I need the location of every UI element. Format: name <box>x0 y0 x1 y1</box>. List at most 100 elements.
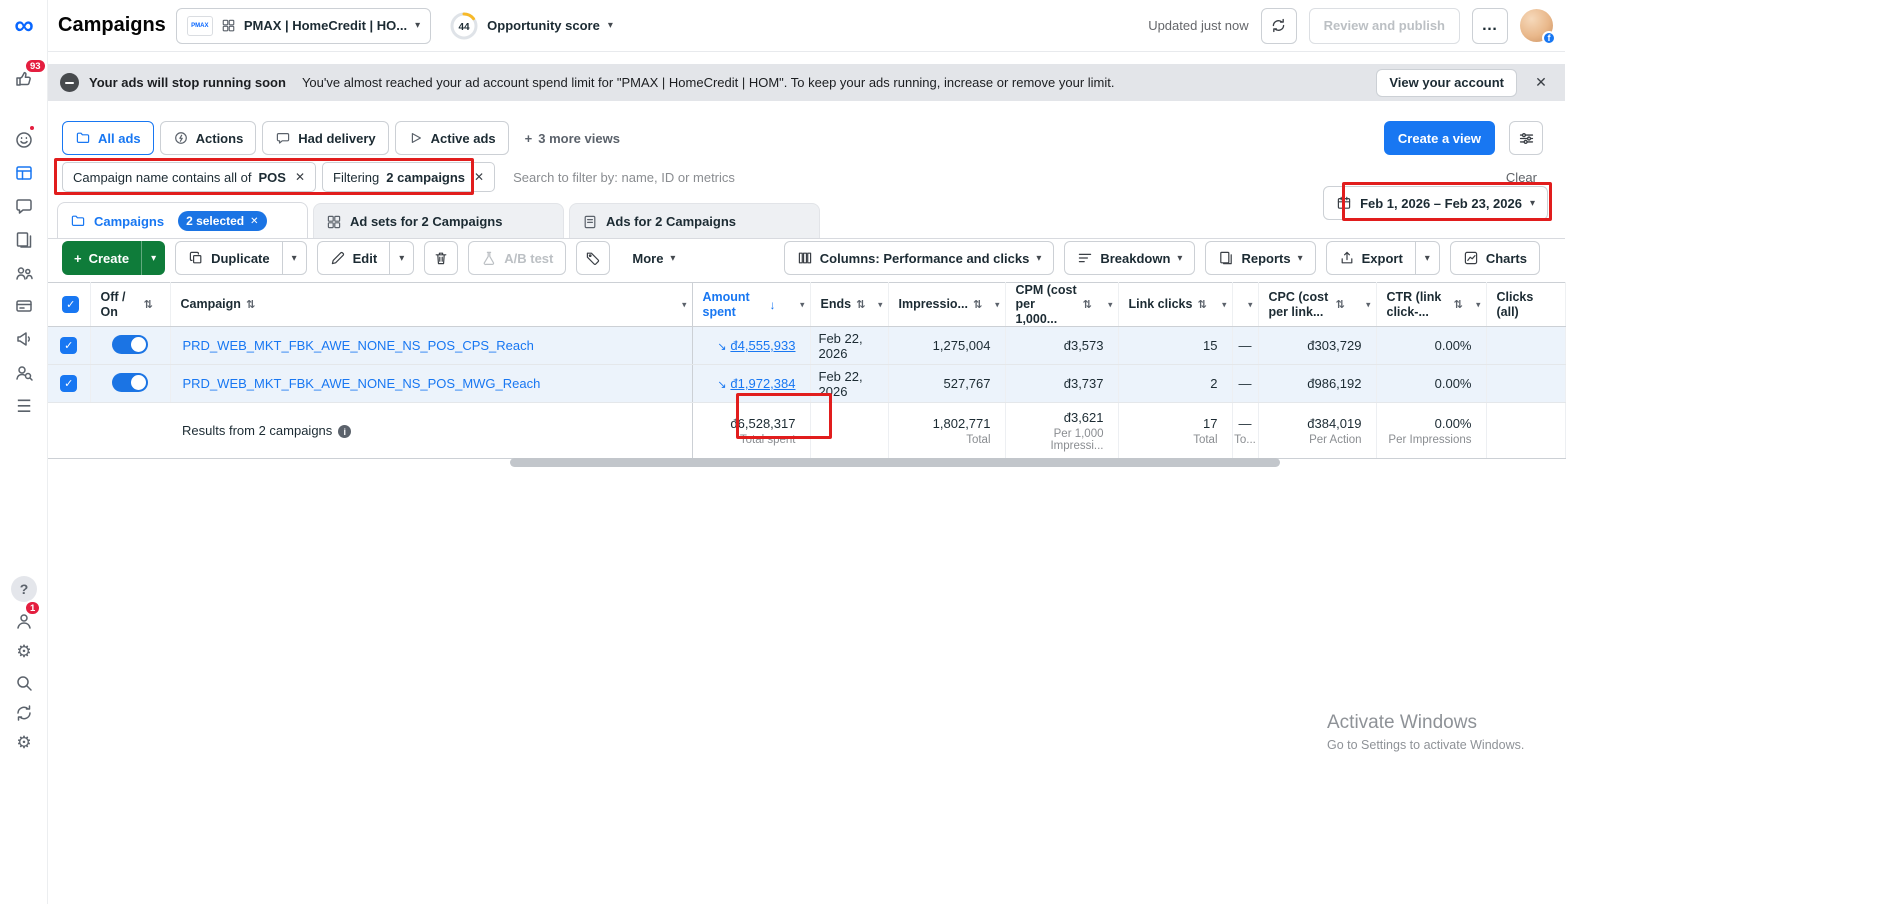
header-cpc[interactable]: CPC (cost per link... ⇅ ▾ <box>1258 281 1377 328</box>
notifications-icon[interactable]: 93 <box>0 58 48 93</box>
sidebar-item-pages[interactable] <box>0 226 48 254</box>
opportunity-score[interactable]: 44 Opportunity score ▾ <box>449 11 613 41</box>
sidebar-item-billing[interactable] <box>0 292 48 320</box>
more-options-button[interactable]: … <box>1472 7 1508 44</box>
info-icon[interactable]: i <box>338 425 352 439</box>
create-view-button[interactable]: Create a view <box>1383 121 1495 155</box>
header-cpm[interactable]: CPM (cost per 1,000... ⇅ ▾ <box>1005 281 1119 328</box>
breakdown-button[interactable]: Breakdown ▾ <box>1064 241 1196 275</box>
duplicate-dropdown[interactable]: ▾ <box>281 242 306 274</box>
sidebar-item-audience-insights[interactable] <box>0 359 48 387</box>
tab-ads[interactable]: Ads for 2 Campaigns <box>569 203 820 239</box>
column-menu-icon[interactable]: ▾ <box>800 299 805 310</box>
sort-icon[interactable]: ⇅ <box>1083 298 1092 311</box>
account-selector[interactable]: PMAX PMAX | HomeCredit | HO... ▾ <box>175 7 432 44</box>
column-menu-icon[interactable]: ▾ <box>1248 299 1253 310</box>
avatar[interactable]: f <box>1520 9 1556 45</box>
header-impressions[interactable]: Impressio... ⇅ ▾ <box>888 281 1006 328</box>
amount-spent-link[interactable]: đ1,972,384 <box>730 376 795 391</box>
sort-icon[interactable]: ⇅ <box>1197 298 1206 311</box>
campaign-name-link[interactable]: PRD_WEB_MKT_FBK_AWE_NONE_NS_POS_CPS_Reac… <box>181 338 534 353</box>
updates-icon[interactable]: 1 <box>0 600 48 635</box>
header-amount-spent[interactable]: Amount spent ↓ ▾ <box>692 281 811 328</box>
ab-test-button[interactable]: A/B test <box>468 241 567 275</box>
view-tab-active-ads[interactable]: Active ads <box>394 121 509 155</box>
header-off-on[interactable]: Off / On ⇅ <box>90 281 171 328</box>
view-tab-all-ads[interactable]: All ads <box>62 121 154 155</box>
sort-icon[interactable]: ⇅ <box>856 298 865 311</box>
clear-filters-link[interactable]: Clear <box>1506 170 1537 185</box>
sort-icon[interactable]: ⇅ <box>246 298 255 311</box>
column-menu-icon[interactable]: ▾ <box>1366 299 1371 310</box>
column-menu-icon[interactable]: ▾ <box>1222 299 1227 310</box>
duplicate-button-main[interactable]: Duplicate <box>176 242 282 274</box>
sidebar-item-more-tools[interactable]: ☰ <box>0 393 48 421</box>
tab-campaigns[interactable]: Campaigns 2 selected ✕ <box>57 202 308 239</box>
help-icon[interactable]: ? <box>0 575 48 603</box>
close-icon[interactable]: ✕ <box>1527 69 1555 97</box>
view-settings-button[interactable] <box>1509 121 1543 155</box>
campaign-name-link[interactable]: PRD_WEB_MKT_FBK_AWE_NONE_NS_POS_MWG_Reac… <box>181 376 541 391</box>
header-truncated[interactable]: ▾ <box>1232 281 1259 328</box>
sort-icon[interactable]: ⇅ <box>144 298 153 311</box>
edit-button-main[interactable]: Edit <box>318 242 390 274</box>
sort-icon[interactable]: ⇅ <box>973 298 982 311</box>
row-checkbox[interactable]: ✓ <box>60 375 78 393</box>
row-checkbox[interactable]: ✓ <box>60 337 78 355</box>
account-quality-icon[interactable] <box>0 124 48 154</box>
sidebar-item-campaigns[interactable] <box>0 159 48 187</box>
reports-button[interactable]: Reports ▾ <box>1205 241 1316 275</box>
select-all-checkbox[interactable]: ✓ <box>62 296 80 314</box>
horizontal-scrollbar[interactable] <box>510 458 1280 467</box>
column-menu-icon[interactable]: ▾ <box>682 299 687 310</box>
business-settings-icon[interactable]: ⚙ <box>0 729 48 757</box>
filter-chip-filtering[interactable]: Filtering 2 campaigns ✕ <box>322 162 496 192</box>
campaign-toggle[interactable] <box>112 334 148 354</box>
view-tab-had-delivery[interactable]: Had delivery <box>262 121 389 155</box>
column-menu-icon[interactable]: ▾ <box>1108 299 1113 310</box>
header-ctr[interactable]: CTR (link click-... ⇅ ▾ <box>1376 281 1487 328</box>
edit-dropdown[interactable]: ▾ <box>389 242 413 274</box>
review-publish-button[interactable]: Review and publish <box>1308 7 1460 44</box>
sidebar-item-inbox[interactable] <box>0 192 48 220</box>
export-dropdown[interactable]: ▾ <box>1414 242 1439 274</box>
header-clicks-all[interactable]: Clicks (all) <box>1486 281 1566 328</box>
delete-button[interactable] <box>424 241 459 275</box>
export-button-main[interactable]: Export <box>1327 242 1415 274</box>
search-icon[interactable] <box>0 669 48 697</box>
meta-logo-icon[interactable]: ∞ <box>0 10 48 40</box>
sort-icon[interactable]: ⇅ <box>1454 298 1463 311</box>
column-menu-icon[interactable]: ▾ <box>878 299 883 310</box>
sidebar-item-audiences[interactable] <box>0 259 48 287</box>
header-campaign[interactable]: Campaign ⇅ ▾ <box>170 281 693 328</box>
sort-desc-icon[interactable]: ↓ <box>770 298 776 312</box>
header-link-clicks[interactable]: Link clicks ⇅ ▾ <box>1118 281 1233 328</box>
view-tab-actions[interactable]: Actions <box>159 121 257 155</box>
create-button-main[interactable]: + Create <box>62 241 141 275</box>
search-input[interactable] <box>513 169 844 185</box>
columns-button[interactable]: Columns: Performance and clicks ▾ <box>783 241 1055 275</box>
charts-button[interactable]: Charts <box>1449 241 1540 275</box>
tag-button[interactable] <box>576 241 611 275</box>
campaign-toggle[interactable] <box>112 372 148 392</box>
view-account-button[interactable]: View your account <box>1376 68 1517 97</box>
more-views-button[interactable]: + 3 more views <box>515 131 630 146</box>
amount-spent-link[interactable]: đ4,555,933 <box>730 338 795 353</box>
refresh-button[interactable] <box>1260 7 1297 44</box>
remove-filter-icon[interactable]: ✕ <box>295 170 305 184</box>
settings-icon[interactable]: ⚙ <box>0 638 48 666</box>
sidebar-item-ads[interactable] <box>0 325 48 353</box>
filter-chip-campaign-name[interactable]: Campaign name contains all of POS ✕ <box>62 162 317 192</box>
sort-icon[interactable]: ⇅ <box>1336 298 1345 311</box>
more-button[interactable]: More ▾ <box>620 241 688 275</box>
header-ends[interactable]: Ends ⇅ ▾ <box>810 281 889 328</box>
remove-filter-icon[interactable]: ✕ <box>474 170 484 184</box>
clear-selection-icon[interactable]: ✕ <box>250 216 258 227</box>
sync-icon[interactable] <box>0 699 48 727</box>
column-menu-icon[interactable]: ▾ <box>1476 299 1481 310</box>
column-menu-icon[interactable]: ▾ <box>995 299 1000 310</box>
tab-ad-sets[interactable]: Ad sets for 2 Campaigns <box>313 203 564 239</box>
date-range-picker[interactable]: Feb 1, 2026 – Feb 23, 2026 ▾ <box>1323 186 1548 220</box>
create-dropdown[interactable]: ▾ <box>141 241 165 275</box>
selected-count-pill[interactable]: 2 selected ✕ <box>178 211 267 231</box>
